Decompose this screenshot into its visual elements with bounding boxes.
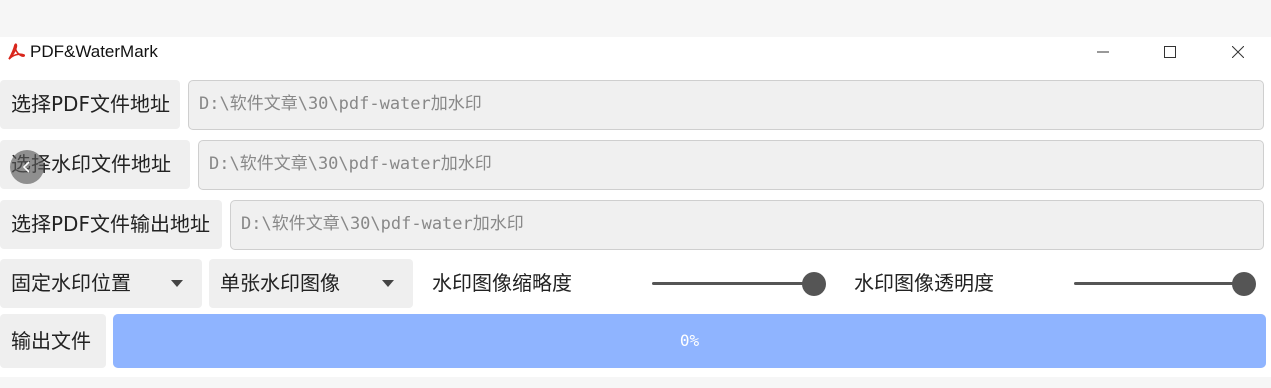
maximize-icon: [1164, 46, 1176, 58]
scale-slider[interactable]: [652, 272, 826, 296]
chevron-left-icon: [22, 161, 30, 173]
mode-select[interactable]: 单张水印图像: [209, 259, 413, 308]
dropdown-arrow-icon: [171, 280, 183, 287]
opacity-slider-track: [1074, 282, 1244, 285]
back-button[interactable]: [10, 150, 44, 184]
mode-select-value: 单张水印图像: [220, 271, 340, 295]
export-button[interactable]: 输出文件: [0, 314, 106, 368]
scale-label: 水印图像缩略度: [432, 271, 572, 295]
scale-slider-handle[interactable]: [802, 272, 826, 296]
minimize-icon: [1097, 51, 1109, 53]
opacity-slider[interactable]: [1074, 272, 1256, 296]
position-select[interactable]: 固定水印位置: [0, 259, 202, 308]
position-select-value: 固定水印位置: [11, 271, 131, 295]
close-icon: [1232, 46, 1244, 58]
title-bar: PDF&WaterMark: [0, 37, 1271, 67]
window-title: PDF&WaterMark: [30, 42, 158, 61]
maximize-button[interactable]: [1148, 37, 1192, 67]
dropdown-arrow-icon: [382, 280, 394, 287]
opacity-label: 水印图像透明度: [854, 271, 994, 295]
minimize-button[interactable]: [1081, 37, 1125, 67]
app-window: PDF&WaterMark 选择PDF文件地址 D:\软件文章\30\pdf-w…: [0, 37, 1271, 377]
scale-slider-track: [652, 282, 814, 285]
select-output-button[interactable]: 选择PDF文件输出地址: [0, 200, 222, 249]
close-button[interactable]: [1216, 37, 1260, 67]
pdf-path-field[interactable]: D:\软件文章\30\pdf-water加水印: [188, 80, 1264, 130]
pdf-icon: [6, 42, 26, 62]
opacity-slider-handle[interactable]: [1232, 272, 1256, 296]
export-progress-bar: 0%: [113, 314, 1266, 368]
select-pdf-button[interactable]: 选择PDF文件地址: [0, 80, 180, 129]
watermark-path-field[interactable]: D:\软件文章\30\pdf-water加水印: [198, 140, 1264, 190]
progress-text: 0%: [679, 331, 700, 350]
output-path-field[interactable]: D:\软件文章\30\pdf-water加水印: [230, 200, 1264, 250]
